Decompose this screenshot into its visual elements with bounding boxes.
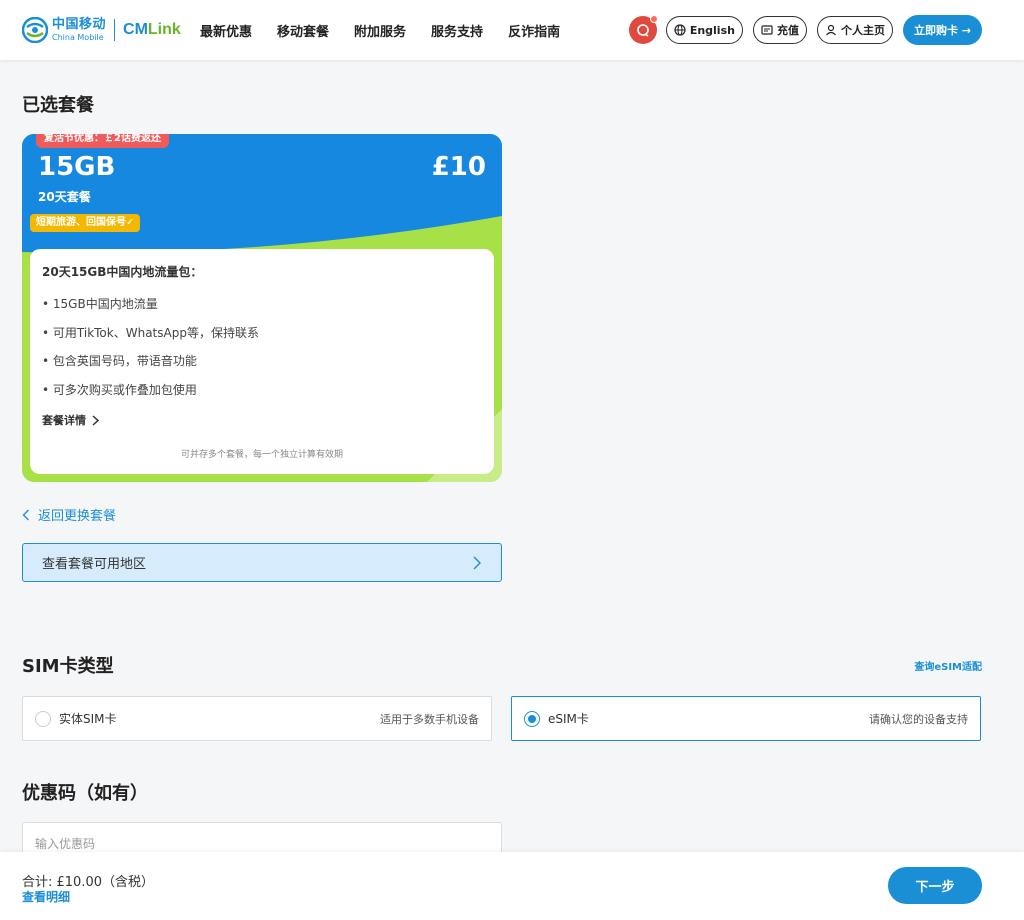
plan-duration: 20天套餐	[38, 190, 91, 204]
promo-code-title: 优惠码（如有）	[22, 783, 148, 804]
chat-support-button[interactable]	[628, 15, 658, 44]
language-button[interactable]: English	[665, 16, 743, 44]
plan-price: £10	[431, 152, 486, 182]
plan-badge: 短期旅游、回国保号✓	[30, 214, 141, 232]
wallet-icon	[761, 25, 773, 35]
view-coverage-regions-button[interactable]: 查看套餐可用地区	[22, 543, 502, 582]
plan-card-body: 20天15GB中国内地流量包： • 15GB中国内地流量 • 可用TikTok、…	[30, 249, 494, 474]
china-mobile-logo-icon	[22, 17, 48, 43]
sim-option-note: 请确认您的设备支持	[869, 712, 968, 726]
sim-option-note: 适用于多数手机设备	[380, 712, 479, 726]
notification-dot	[649, 15, 658, 23]
plan-feature: • 可多次购买或作叠加包使用	[42, 383, 197, 397]
plan-feature: • 包含英国号码，带语音功能	[42, 354, 197, 368]
back-change-plan-link[interactable]: 返回更换套餐	[22, 505, 116, 524]
sim-option-label: 实体SIM卡	[59, 712, 117, 726]
esim-radio[interactable]	[524, 710, 540, 727]
nav-add-on-services[interactable]: 附加服务	[354, 21, 406, 40]
physical-sim-radio[interactable]	[35, 710, 51, 727]
chevron-right-icon	[473, 556, 481, 569]
view-coverage-label: 查看套餐可用地区	[42, 557, 147, 572]
logo-en-text: China Mobile	[52, 33, 104, 42]
next-step-button[interactable]: 下一步	[888, 867, 982, 904]
plan-details-link[interactable]: 套餐详情	[42, 412, 99, 428]
sim-option-label: eSIM卡	[548, 712, 589, 726]
selected-plan-title: 已选套餐	[22, 95, 94, 116]
chevron-left-icon	[22, 509, 29, 520]
chevron-right-icon	[92, 414, 99, 426]
user-icon	[826, 24, 836, 36]
plan-note: 可并存多个套餐，每一个独立计算有效期	[180, 450, 343, 460]
checkout-footer: 合计: £10.00（含税） 查看明细 下一步	[0, 852, 1024, 920]
logo-divider	[114, 19, 116, 41]
view-breakdown-link[interactable]: 查看明细	[22, 888, 70, 905]
account-label: 个人主页	[840, 24, 885, 37]
sim-option-physical[interactable]: 实体SIM卡 适用于多数手机设备	[22, 696, 492, 741]
logo-cn-text: 中国移动	[52, 17, 107, 32]
globe-icon	[674, 24, 686, 36]
nav-support[interactable]: 服务支持	[431, 21, 483, 40]
cmlink-logo: CMLink	[123, 21, 181, 38]
buy-now-button[interactable]: 立即购卡 →	[902, 15, 982, 45]
back-change-plan-label: 返回更换套餐	[38, 509, 117, 524]
sim-type-title: SIM卡类型	[22, 656, 114, 677]
language-label: English	[689, 23, 735, 37]
sim-option-esim[interactable]: eSIM卡 请确认您的设备支持	[511, 696, 981, 741]
plan-feature: • 15GB中国内地流量	[42, 297, 158, 311]
plan-data-amount: 15GB	[38, 152, 116, 182]
nav-mobile-plans[interactable]: 移动套餐	[277, 21, 329, 40]
promo-tag: 复活节优惠：￡2话费返还	[36, 134, 169, 148]
plan-feature: • 可用TikTok、WhatsApp等，保持联系	[42, 326, 259, 340]
site-header: 中国移动 China Mobile CMLink 最新优惠 移动套餐 附加服务 …	[0, 0, 1024, 60]
plan-card: 复活节优惠：￡2话费返还 15GB 20天套餐 £10 短期旅游、回国保号✓ 2…	[22, 134, 502, 482]
logo[interactable]: 中国移动 China Mobile CMLink	[22, 14, 181, 46]
plan-details-label: 套餐详情	[42, 414, 86, 427]
account-button[interactable]: 个人主页	[816, 16, 893, 44]
nav-latest-offers[interactable]: 最新优惠	[200, 21, 252, 40]
chat-icon	[637, 24, 649, 37]
nav-anti-fraud[interactable]: 反诈指南	[508, 21, 560, 40]
main-nav: 最新优惠 移动套餐 附加服务 服务支持 反诈指南	[200, 0, 585, 60]
topup-label: 充值	[776, 24, 799, 37]
topup-button[interactable]: 充值	[752, 16, 807, 44]
check-esim-compatibility-link[interactable]: 查询eSIM适配	[914, 658, 982, 673]
plan-body-heading: 20天15GB中国内地流量包：	[42, 265, 203, 279]
